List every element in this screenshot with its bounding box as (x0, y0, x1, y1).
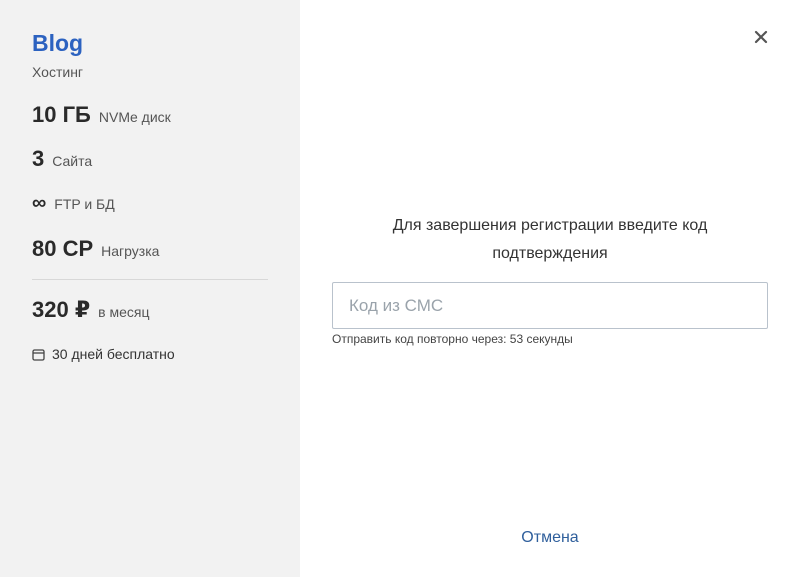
feature-value: 10 ГБ (32, 102, 91, 127)
divider (32, 279, 268, 280)
feature-load: 80 CP Нагрузка (32, 236, 159, 262)
plan-type: Хостинг (32, 64, 84, 80)
feature-value: 80 CP (32, 236, 94, 261)
trial-info: 30 дней бесплатно (32, 346, 175, 362)
confirmation-heading: Для завершения регистрации введите код п… (392, 217, 708, 262)
sms-code-input[interactable] (332, 282, 768, 329)
price-amount: 320 ₽ (32, 297, 91, 322)
feature-label: NVMe диск (98, 109, 171, 125)
close-icon[interactable] (750, 26, 772, 48)
plan-name: Blog (32, 30, 84, 56)
feature-sites: 3 Сайта (32, 146, 92, 172)
feature-disk: 10 ГБ NVMe диск (32, 102, 171, 128)
plan-sidebar: Blog Хостинг 10 ГБ NVMe диск 3 Сайта ∞ F… (0, 0, 300, 577)
feature-label: Сайта (52, 153, 93, 169)
feature-value: ∞ (32, 192, 47, 214)
feature-value: 3 (32, 146, 45, 171)
resend-timer: 53 секунды (509, 332, 573, 346)
trial-text: 30 дней бесплатно (52, 346, 175, 362)
resend-label: Отправить код повторно через: (332, 332, 507, 346)
feature-label: Нагрузка (101, 243, 160, 259)
feature-label: FTP и БД (54, 196, 115, 212)
resend-info: Отправить код повторно через: 53 секунды (332, 332, 573, 346)
feature-ftp-db: ∞ FTP и БД (32, 192, 115, 215)
price: 320 ₽ в месяц (32, 297, 149, 323)
price-period: в месяц (98, 304, 150, 320)
cancel-button[interactable]: Отмена (510, 529, 590, 547)
calendar-icon (32, 348, 45, 361)
